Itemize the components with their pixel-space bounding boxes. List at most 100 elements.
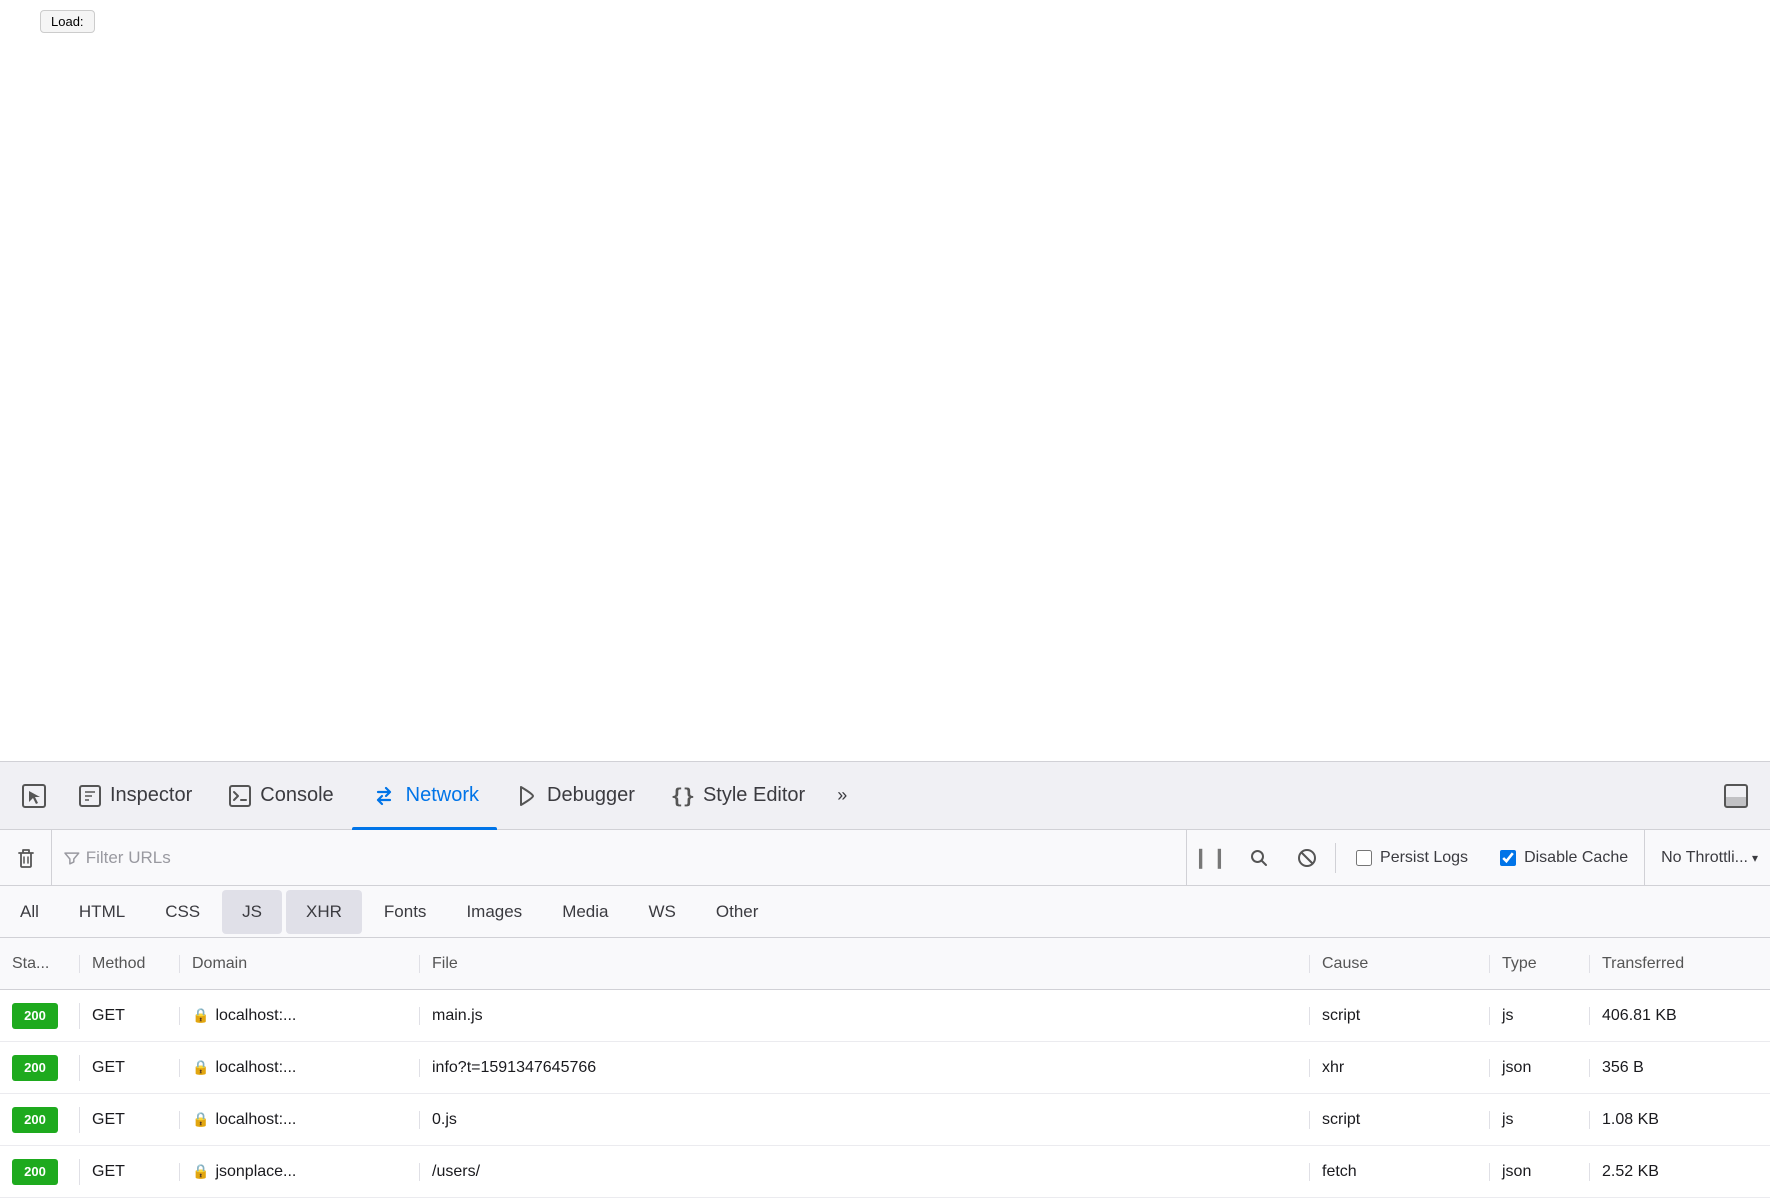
header-method: Method <box>80 955 180 973</box>
network-tab-label: Network <box>406 784 479 807</box>
header-type: Type <box>1490 955 1590 973</box>
table-row[interactable]: 200 GET 🔒 localhost:... main.js script j… <box>0 990 1770 1042</box>
disable-cache-checkbox[interactable] <box>1500 850 1516 866</box>
cell-type-2: js <box>1490 1111 1590 1129</box>
lock-icon: 🔒 <box>192 1111 209 1128</box>
domain-cell-3: 🔒 jsonplace... <box>192 1163 407 1181</box>
cell-domain-3: 🔒 jsonplace... <box>180 1163 420 1181</box>
filter-tab-xhr[interactable]: XHR <box>286 890 362 934</box>
filter-tab-js[interactable]: JS <box>222 890 282 934</box>
table-row[interactable]: 200 GET 🔒 localhost:... info?t=159134764… <box>0 1042 1770 1094</box>
more-tools-button[interactable]: » <box>823 762 861 830</box>
cell-status-0: 200 <box>0 1003 80 1029</box>
style-editor-tab-label: Style Editor <box>703 784 805 807</box>
debugger-tab-label: Debugger <box>547 784 635 807</box>
throttle-arrow-icon: ▾ <box>1752 851 1758 865</box>
domain-cell-2: 🔒 localhost:... <box>192 1111 407 1129</box>
header-transferred: Transferred <box>1590 955 1770 973</box>
filter-tab-fonts[interactable]: Fonts <box>364 886 447 938</box>
table-row[interactable]: 200 GET 🔒 jsonplace... /users/ fetch jso… <box>0 1146 1770 1198</box>
cell-type-0: js <box>1490 1007 1590 1025</box>
style-editor-icon: {} <box>671 784 695 808</box>
throttle-select[interactable]: No Throttli... ▾ <box>1644 830 1770 886</box>
console-icon <box>228 784 252 808</box>
status-badge: 200 <box>12 1107 58 1133</box>
network-icon <box>370 782 398 810</box>
filter-tab-ws[interactable]: WS <box>629 886 696 938</box>
filter-tab-images[interactable]: Images <box>446 886 542 938</box>
cell-method-2: GET <box>80 1111 180 1129</box>
devtools-panel: Inspector Console Network <box>0 761 1770 1198</box>
cell-transferred-0: 406.81 KB <box>1590 1007 1770 1025</box>
cell-cause-1: xhr <box>1310 1059 1490 1077</box>
debugger-icon <box>515 784 539 808</box>
inspector-tab-label: Inspector <box>110 784 192 807</box>
status-badge: 200 <box>12 1003 58 1029</box>
lock-icon: 🔒 <box>192 1163 209 1180</box>
cell-domain-2: 🔒 localhost:... <box>180 1111 420 1129</box>
network-toolbar: ❙❙ Persist Logs Disable Cache No Throttl… <box>0 830 1770 886</box>
throttle-label: No Throttli... <box>1661 849 1748 867</box>
tab-inspector[interactable]: Inspector <box>60 762 210 830</box>
domain-text-1: localhost:... <box>215 1059 296 1077</box>
devtools-tab-bar: Inspector Console Network <box>0 762 1770 830</box>
dock-button[interactable] <box>1710 762 1762 830</box>
toolbar-divider-1 <box>1335 843 1336 873</box>
cell-method-3: GET <box>80 1163 180 1181</box>
cell-cause-3: fetch <box>1310 1163 1490 1181</box>
cell-status-2: 200 <box>0 1107 80 1133</box>
cell-transferred-1: 356 B <box>1590 1059 1770 1077</box>
cell-cause-0: script <box>1310 1007 1490 1025</box>
domain-text-0: localhost:... <box>215 1007 296 1025</box>
persist-logs-label: Persist Logs <box>1380 849 1468 867</box>
header-cause: Cause <box>1310 955 1490 973</box>
filter-url-input[interactable] <box>86 848 1174 868</box>
tab-console[interactable]: Console <box>210 762 351 830</box>
domain-cell-1: 🔒 localhost:... <box>192 1059 407 1077</box>
console-tab-label: Console <box>260 784 333 807</box>
lock-icon: 🔒 <box>192 1059 209 1076</box>
filter-tab-html[interactable]: HTML <box>59 886 145 938</box>
cell-type-3: json <box>1490 1163 1590 1181</box>
cell-file-0: main.js <box>420 1007 1310 1025</box>
header-status: Sta... <box>0 955 80 973</box>
filter-url-wrap <box>52 830 1187 886</box>
table-header-row: Sta... Method Domain File Cause Type Tra… <box>0 938 1770 990</box>
clear-button[interactable] <box>0 830 52 886</box>
inspector-icon <box>78 784 102 808</box>
disable-cache-group[interactable]: Disable Cache <box>1484 849 1644 867</box>
cell-transferred-3: 2.52 KB <box>1590 1163 1770 1181</box>
load-button[interactable]: Load: <box>40 10 95 33</box>
filter-tab-media[interactable]: Media <box>542 886 628 938</box>
network-table: Sta... Method Domain File Cause Type Tra… <box>0 938 1770 1198</box>
cell-method-0: GET <box>80 1007 180 1025</box>
cell-status-1: 200 <box>0 1055 80 1081</box>
tab-debugger[interactable]: Debugger <box>497 762 653 830</box>
tab-network[interactable]: Network <box>352 762 497 830</box>
tab-style-editor[interactable]: {} Style Editor <box>653 762 823 830</box>
block-icon <box>1297 848 1317 868</box>
table-row[interactable]: 200 GET 🔒 localhost:... 0.js script js 1… <box>0 1094 1770 1146</box>
pick-element-icon <box>20 782 48 810</box>
block-request-button[interactable] <box>1283 830 1331 886</box>
filter-tab-css[interactable]: CSS <box>145 886 220 938</box>
cell-domain-1: 🔒 localhost:... <box>180 1059 420 1077</box>
persist-logs-group[interactable]: Persist Logs <box>1340 849 1484 867</box>
search-icon <box>1249 848 1269 868</box>
cell-method-1: GET <box>80 1059 180 1077</box>
pause-button[interactable]: ❙❙ <box>1187 830 1235 886</box>
disable-cache-label: Disable Cache <box>1524 849 1628 867</box>
persist-logs-checkbox[interactable] <box>1356 850 1372 866</box>
filter-tabs-row: All HTML CSS JS XHR Fonts Images Media W… <box>0 886 1770 938</box>
browser-content: Load: <box>0 0 1770 600</box>
cell-file-1: info?t=1591347645766 <box>420 1059 1310 1077</box>
filter-tab-other[interactable]: Other <box>696 886 779 938</box>
dock-icon <box>1722 782 1750 810</box>
cell-transferred-2: 1.08 KB <box>1590 1111 1770 1129</box>
domain-text-3: jsonplace... <box>215 1163 296 1181</box>
header-domain: Domain <box>180 955 420 973</box>
search-button[interactable] <box>1235 830 1283 886</box>
cell-cause-2: script <box>1310 1111 1490 1129</box>
pick-element-button[interactable] <box>8 762 60 830</box>
filter-tab-all[interactable]: All <box>0 886 59 938</box>
